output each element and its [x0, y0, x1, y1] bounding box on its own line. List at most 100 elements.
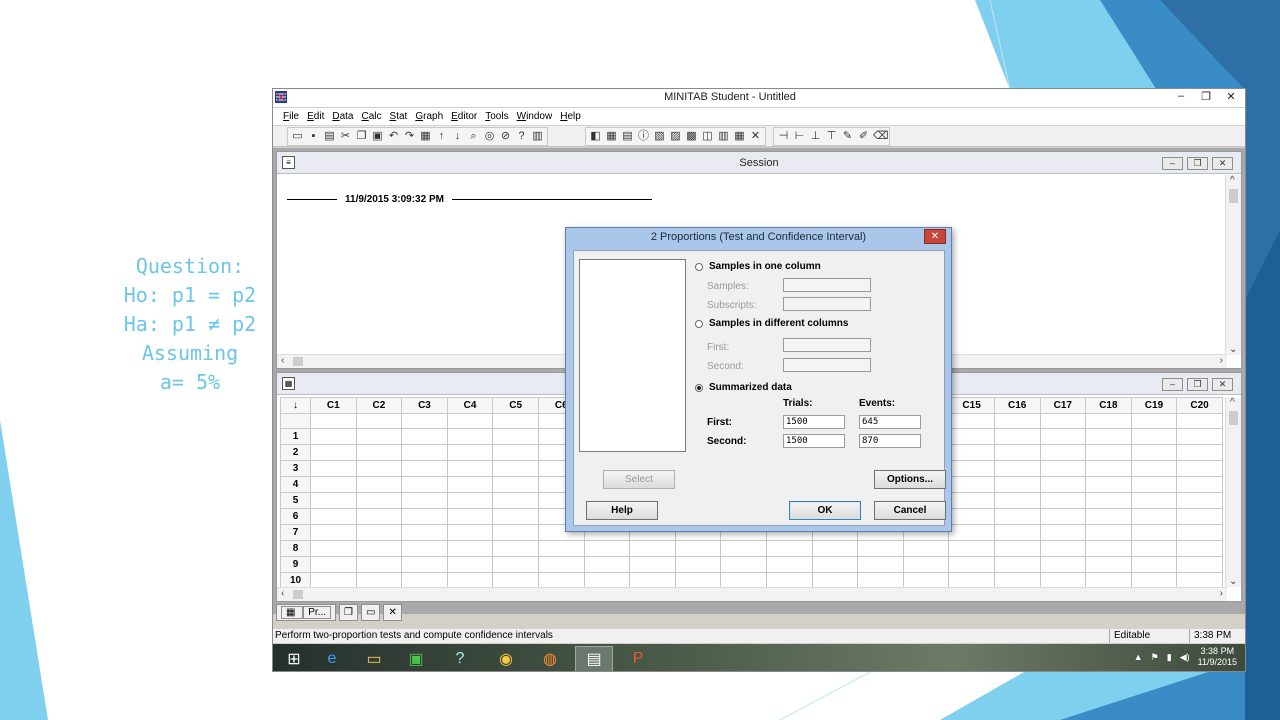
second-trials-input[interactable]: 1500 — [783, 434, 845, 448]
worksheet-cell[interactable] — [446, 508, 494, 525]
worksheet-cell[interactable] — [310, 556, 357, 573]
column-header[interactable]: C3 — [401, 397, 448, 414]
column-header[interactable]: C1 — [310, 397, 357, 414]
worksheet-cell[interactable] — [401, 524, 448, 541]
worksheet-cell[interactable] — [492, 508, 539, 525]
row-header[interactable]: 5 — [280, 492, 311, 509]
worksheet-cell[interactable] — [857, 540, 904, 557]
worksheet-cell[interactable] — [948, 460, 995, 477]
tree-icon[interactable]: ⊥ — [809, 130, 822, 143]
worksheet-cell[interactable] — [720, 540, 767, 557]
worksheet-cell[interactable] — [446, 476, 494, 493]
internet-explorer-icon[interactable]: e — [313, 646, 351, 671]
worksheet-cell[interactable] — [1130, 476, 1178, 493]
session-minimize-button[interactable]: – — [1162, 157, 1183, 170]
menu-editor[interactable]: Editor — [451, 111, 477, 122]
cut-icon[interactable]: ✂ — [339, 130, 352, 143]
row-header[interactable]: 7 — [280, 524, 311, 541]
brush-icon[interactable]: ✕ — [749, 130, 762, 143]
worksheet-cell[interactable] — [993, 508, 1041, 525]
column-header[interactable]: C19 — [1130, 397, 1178, 414]
worksheet-vertical-scrollbar[interactable]: ^ ⌄ — [1225, 397, 1241, 587]
radio-one-column[interactable]: Samples in one column — [695, 261, 821, 272]
worksheet-cell[interactable] — [993, 460, 1041, 477]
radio-different-columns-dot[interactable] — [695, 319, 703, 328]
column-header[interactable]: C15 — [948, 397, 995, 414]
menu-file[interactable]: File — [283, 111, 299, 122]
worksheet-cell[interactable] — [1039, 444, 1087, 461]
menu-calc[interactable]: Calc — [362, 111, 382, 122]
cancel-icon[interactable]: ⊘ — [499, 130, 512, 143]
restore-button[interactable]: ❐ — [1200, 90, 1212, 103]
worksheet-cell[interactable] — [1176, 492, 1223, 509]
session-close-button[interactable]: ✕ — [1212, 157, 1233, 170]
worksheet-cell[interactable] — [1176, 444, 1223, 461]
tree2-icon[interactable]: ⊤ — [825, 130, 838, 143]
eraser-icon[interactable]: ⌫ — [873, 130, 889, 143]
open-icon[interactable]: ▭ — [291, 130, 304, 143]
worksheet-cell[interactable] — [948, 476, 995, 493]
worksheet-cell[interactable] — [948, 508, 995, 525]
worksheet-cell[interactable] — [1176, 428, 1223, 445]
worksheet-cell[interactable] — [1130, 460, 1178, 477]
worksheet-cell[interactable] — [674, 540, 722, 557]
worksheet-cell[interactable] — [401, 540, 448, 557]
first-events-input[interactable]: 645 — [859, 415, 921, 429]
worksheet-cell[interactable] — [401, 476, 448, 493]
row-header[interactable]: 9 — [280, 556, 311, 573]
radio-one-column-dot[interactable] — [695, 262, 703, 271]
worksheet-cell[interactable] — [1176, 476, 1223, 493]
column-header[interactable]: C4 — [446, 397, 494, 414]
worksheet-cell[interactable] — [355, 540, 403, 557]
tray-volume-icon[interactable]: ◀) — [1180, 652, 1190, 663]
arrow-up-icon[interactable]: ↑ — [435, 130, 448, 143]
column-name-cell[interactable] — [993, 413, 1041, 429]
minimized-project-manager[interactable]: ▦ Pr... — [276, 604, 337, 621]
worksheet-cell[interactable] — [1039, 540, 1087, 557]
scroll-thumb[interactable] — [1229, 189, 1238, 203]
worksheet-cell[interactable] — [993, 492, 1041, 509]
firefox-icon[interactable]: ◍ — [531, 646, 569, 671]
menu-edit[interactable]: Edit — [307, 111, 324, 122]
store-icon[interactable]: ▣ — [397, 646, 435, 671]
worksheet-cell[interactable] — [310, 460, 357, 477]
worksheet-cell[interactable] — [401, 428, 448, 445]
help-button[interactable]: Help — [586, 501, 658, 520]
worksheet-cell[interactable] — [446, 428, 494, 445]
row-header[interactable]: 6 — [280, 508, 311, 525]
scroll-thumb[interactable] — [1229, 411, 1238, 425]
worksheet-cell[interactable] — [492, 540, 539, 557]
minimized-restore-button[interactable]: ❐ — [339, 604, 358, 621]
project-manager-icon[interactable]: ▩ — [685, 130, 698, 143]
worksheet-cell[interactable] — [629, 556, 676, 573]
worksheet-cell[interactable] — [993, 476, 1041, 493]
worksheet-close-button[interactable]: ✕ — [1212, 378, 1233, 391]
menu-stat[interactable]: Stat — [390, 111, 408, 122]
worksheet-cell[interactable] — [492, 428, 539, 445]
worksheet-cell[interactable] — [1130, 428, 1178, 445]
worksheet-cell[interactable] — [948, 556, 995, 573]
worksheet-cell[interactable] — [1039, 508, 1087, 525]
worksheet-cell[interactable] — [948, 524, 995, 541]
history-icon[interactable]: ▧ — [653, 130, 666, 143]
scroll-left-icon[interactable]: ‹ — [281, 588, 284, 599]
worksheet-cell[interactable] — [446, 444, 494, 461]
worksheet-cell[interactable] — [310, 476, 357, 493]
windows-start-icon[interactable]: ⊞ — [275, 646, 313, 671]
row-header[interactable]: 1 — [280, 428, 311, 445]
worksheet-cell[interactable] — [1130, 508, 1178, 525]
worksheet-cell[interactable] — [948, 492, 995, 509]
column-header[interactable]: C20 — [1176, 397, 1223, 414]
tray-up-icon[interactable]: ▲ — [1134, 652, 1143, 662]
print-icon[interactable]: ▤ — [323, 130, 336, 143]
edit-last-dialog-icon[interactable]: ▦ — [419, 130, 432, 143]
scroll-right-icon[interactable]: › — [1220, 588, 1223, 599]
worksheet-minimize-button[interactable]: – — [1162, 378, 1183, 391]
worksheet-cell[interactable] — [993, 540, 1041, 557]
graph-window-icon[interactable]: ▤ — [621, 130, 634, 143]
worksheet-cell[interactable] — [1130, 492, 1178, 509]
worksheet-cell[interactable] — [446, 492, 494, 509]
worksheet-cell[interactable] — [857, 556, 904, 573]
worksheet-cell[interactable] — [310, 540, 357, 557]
worksheet-cell[interactable] — [1176, 508, 1223, 525]
